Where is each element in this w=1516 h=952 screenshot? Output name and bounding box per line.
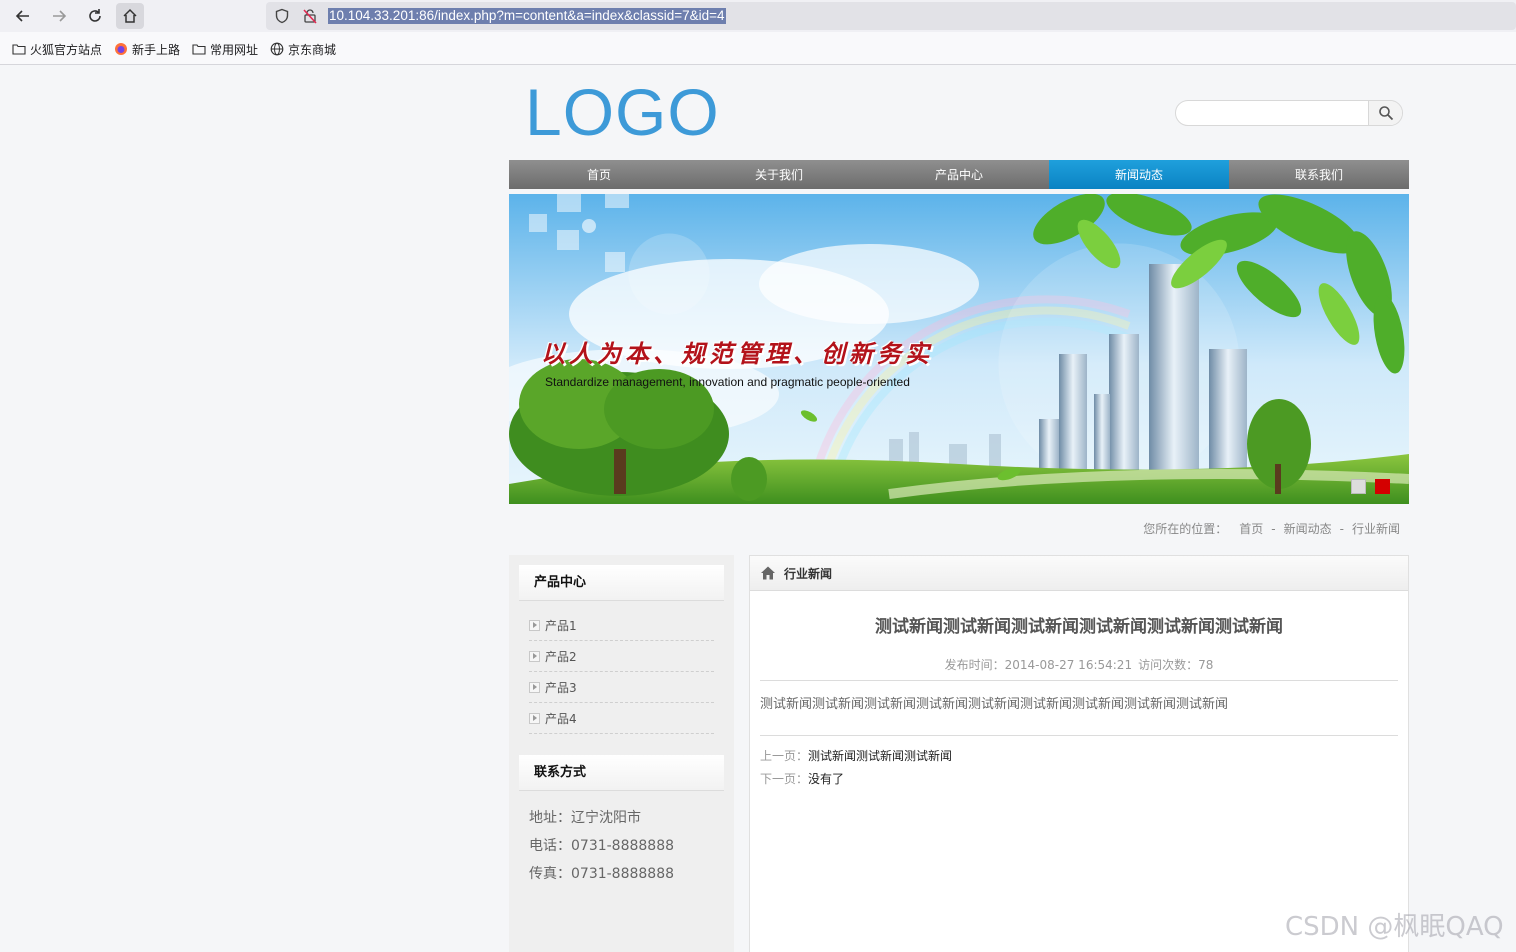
bookmark-label: 京东商城 — [288, 42, 337, 57]
prev-article: 上一页：测试新闻测试新闻测试新闻 — [760, 747, 952, 764]
next-article: 下一页：没有了 — [760, 770, 844, 787]
browser-chrome: 10.104.33.201:86/index.php?m=content&a=i… — [0, 0, 1516, 65]
product-link-2[interactable]: 产品2 — [529, 641, 714, 672]
arrow-right-icon — [529, 681, 540, 693]
breadcrumb-separator: - — [1271, 522, 1276, 536]
arrow-left-icon — [15, 10, 29, 22]
prev-article-link[interactable]: 测试新闻测试新闻测试新闻 — [808, 749, 952, 763]
next-label: 下一页： — [760, 772, 809, 786]
bookmark-label: 火狐官方站点 — [30, 42, 103, 57]
home-icon — [123, 8, 137, 23]
bookmark-item[interactable]: 火狐官方站点 — [12, 41, 102, 58]
banner: 以人为本、规范管理、创新务实 Standardize management, i… — [509, 194, 1409, 504]
contact-phone: 电话：0731-8888888 — [529, 838, 675, 854]
bookmark-label: 常用网址 — [210, 42, 259, 57]
firefox-icon — [115, 43, 128, 55]
home-button[interactable] — [116, 3, 144, 29]
article-body: 测试新闻测试新闻测试新闻测试新闻测试新闻测试新闻测试新闻测试新闻测试新闻 — [760, 697, 1229, 712]
main-nav: 首页 关于我们 产品中心 新闻动态 联系我们 — [509, 160, 1409, 189]
globe-icon — [270, 42, 284, 56]
product-label: 产品1 — [545, 618, 577, 633]
next-article-link[interactable]: 没有了 — [808, 772, 844, 786]
watermark: CSDN @枫眠QAQ — [1285, 912, 1504, 942]
arrow-right-icon — [529, 650, 540, 662]
reload-icon — [89, 9, 101, 22]
nav-item-products[interactable]: 产品中心 — [869, 160, 1049, 189]
product-link-4[interactable]: 产品4 — [529, 703, 714, 734]
arrow-right-icon — [529, 619, 540, 631]
bookmark-item[interactable]: 常用网址 — [192, 41, 258, 58]
address-bar[interactable]: 10.104.33.201:86/index.php?m=content&a=i… — [266, 2, 1516, 30]
nav-item-about[interactable]: 关于我们 — [689, 160, 869, 189]
nav-item-news[interactable]: 新闻动态 — [1049, 160, 1229, 189]
insecure-lock-icon — [303, 9, 317, 24]
bookmark-item[interactable]: 京东商城 — [270, 41, 336, 58]
breadcrumb-separator: - — [1339, 522, 1344, 536]
web-page: LOGO 首页 关于我们 产品中心 新闻动态 联系我们 以人为本、规范管理、创新… — [509, 66, 1409, 952]
publish-time: 发布时间：2014-08-27 16:54:21 — [944, 658, 1133, 672]
article-panel: 行业新闻 测试新闻测试新闻测试新闻测试新闻测试新闻测试新闻 发布时间：2014-… — [749, 555, 1409, 952]
sidebar: 产品中心 产品1 产品2 产品3 产品4 联系方式 地址：辽宁沈阳市 电话：07… — [509, 555, 734, 952]
folder-icon — [12, 44, 26, 55]
visit-count: 访问次数：78 — [1138, 658, 1214, 672]
section-title: 行业新闻 — [784, 566, 833, 581]
arrow-right-icon — [529, 712, 540, 724]
home-icon — [761, 566, 775, 580]
search-icon — [1378, 106, 1393, 121]
bookmark-item[interactable]: 新手上路 — [114, 41, 180, 58]
breadcrumb: 您所在的位置： 首页 - 新闻动态 - 行业新闻 — [1139, 520, 1404, 537]
product-link-1[interactable]: 产品1 — [529, 610, 714, 641]
divider — [760, 680, 1398, 681]
breadcrumb-news[interactable]: 新闻动态 — [1284, 522, 1332, 536]
banner-title: 以人为本、规范管理、创新务实 — [541, 339, 933, 368]
bookmarks-bar: 火狐官方站点 新手上路 常用网址 京东商城 — [0, 38, 336, 60]
products-heading: 产品中心 — [519, 565, 724, 601]
arrow-right-icon — [53, 10, 67, 22]
browser-toolbar: 10.104.33.201:86/index.php?m=content&a=i… — [0, 0, 1516, 32]
shield-icon — [275, 8, 289, 24]
forward-button[interactable] — [45, 3, 73, 29]
article-meta: 发布时间：2014-08-27 16:54:21 访问次数：78 — [750, 656, 1408, 673]
folder-icon — [192, 44, 206, 55]
url-text[interactable]: 10.104.33.201:86/index.php?m=content&a=i… — [328, 8, 726, 24]
contact-heading: 联系方式 — [519, 755, 724, 791]
search-input[interactable] — [1182, 103, 1364, 123]
product-link-3[interactable]: 产品3 — [529, 672, 714, 703]
contact-address: 地址：辽宁沈阳市 — [529, 810, 641, 826]
contact-fax: 传真：0731-8888888 — [529, 866, 675, 882]
reload-button[interactable] — [81, 3, 109, 29]
prev-label: 上一页： — [760, 749, 809, 763]
search-button[interactable] — [1368, 101, 1402, 125]
search-box — [1175, 100, 1403, 126]
banner-subtitle: Standardize management, innovation and p… — [545, 375, 910, 389]
breadcrumb-prefix: 您所在的位置： — [1143, 522, 1228, 536]
product-label: 产品3 — [545, 680, 577, 695]
section-header: 行业新闻 — [750, 556, 1408, 591]
article-title: 测试新闻测试新闻测试新闻测试新闻测试新闻测试新闻 — [875, 617, 1283, 637]
bookmark-label: 新手上路 — [132, 42, 181, 57]
divider — [760, 735, 1398, 736]
back-button[interactable] — [9, 3, 37, 29]
site-logo[interactable]: LOGO — [525, 76, 720, 148]
banner-dot[interactable] — [1351, 479, 1366, 494]
breadcrumb-current[interactable]: 行业新闻 — [1352, 522, 1400, 536]
product-label: 产品4 — [545, 711, 577, 726]
banner-dot-active[interactable] — [1375, 479, 1390, 494]
breadcrumb-home[interactable]: 首页 — [1239, 522, 1263, 536]
product-label: 产品2 — [545, 649, 577, 664]
nav-item-home[interactable]: 首页 — [509, 160, 689, 189]
nav-item-contact[interactable]: 联系我们 — [1229, 160, 1409, 189]
